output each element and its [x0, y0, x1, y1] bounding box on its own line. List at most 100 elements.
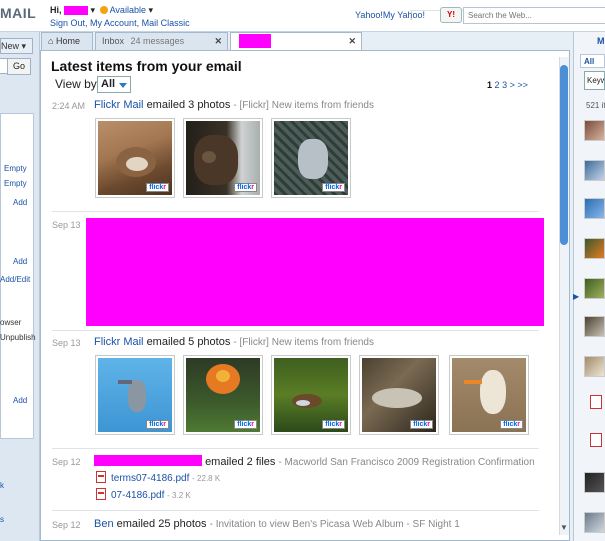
user-greeting: Hi, ▾ Available ▾	[50, 5, 153, 16]
item-sender[interactable]: Flickr Mail	[94, 336, 144, 348]
file-name[interactable]: 07-4186.pdf	[111, 490, 164, 501]
photo-thumbnail[interactable]: flickr	[95, 118, 175, 198]
scrollbar-thumb[interactable]	[560, 65, 568, 245]
page-current: 1	[487, 80, 493, 90]
item-header[interactable]: Flickr Mail emailed 5 photos - [Flickr] …	[94, 336, 374, 348]
item-action: emailed 2 files	[205, 456, 276, 468]
pdf-icon[interactable]	[590, 395, 602, 409]
add-link[interactable]: Add	[13, 396, 27, 405]
item-sender[interactable]: Flickr Mail	[94, 99, 144, 111]
photo-thumbnail[interactable]: flickr	[183, 118, 263, 198]
item-separator	[52, 448, 539, 449]
unpublish-label: Unpublish	[0, 333, 36, 342]
photo-thumbnail[interactable]	[584, 472, 605, 493]
photo-thumbnail[interactable]	[584, 160, 605, 181]
photo-thumbnail[interactable]	[584, 512, 605, 533]
greeting-text: Hi,	[50, 5, 62, 15]
file-name[interactable]: terms07-4186.pdf	[111, 473, 189, 484]
photo-thumbnail[interactable]: flickr	[271, 355, 351, 435]
photo-thumbnail[interactable]	[584, 278, 605, 299]
page-link[interactable]: 3	[502, 80, 507, 90]
sign-out-link[interactable]: Sign Out,	[50, 18, 88, 28]
right-top-label[interactable]: M	[597, 36, 605, 46]
chevron-down-icon[interactable]: ▾	[148, 5, 153, 15]
mail-classic-link[interactable]: Mail Classic	[142, 18, 190, 28]
item-action: emailed 3 photos	[146, 99, 231, 111]
item-header[interactable]: emailed 2 files - Macworld San Francisco…	[94, 455, 535, 468]
flickr-badge: flickr	[146, 183, 169, 192]
add-edit-link[interactable]: Add/Edit	[0, 275, 30, 284]
item-subject: - [Flickr] New items from friends	[233, 337, 374, 348]
go-button[interactable]: Go	[7, 58, 31, 75]
redacted-item	[86, 218, 544, 326]
next-page-link[interactable]: >	[510, 80, 515, 90]
browser-label: owser	[0, 318, 22, 327]
photo-thumbnail[interactable]: flickr	[95, 355, 175, 435]
photo-thumbnail[interactable]	[584, 356, 605, 377]
new-button-label: New	[1, 41, 20, 51]
empty-link[interactable]: Empty	[4, 179, 27, 188]
flickr-badge: flickr	[410, 420, 433, 429]
attachment-file[interactable]: 07-4186.pdf - 3.2 K	[96, 488, 191, 501]
tab-active[interactable]: ✕	[230, 32, 362, 51]
collapse-arrow-icon[interactable]: ▶	[573, 292, 579, 301]
mail-logo[interactable]: MAIL	[0, 5, 36, 21]
page-link[interactable]: 2	[495, 80, 500, 90]
tab-home[interactable]: ⌂ Home	[41, 32, 93, 50]
item-header[interactable]: Flickr Mail emailed 3 photos - [Flickr] …	[94, 99, 374, 111]
keyword-input[interactable]: Keyw	[584, 71, 605, 90]
last-page-link[interactable]: >>	[517, 80, 528, 90]
photo-thumbnail[interactable]: flickr	[183, 355, 263, 435]
view-by-select[interactable]: All	[97, 76, 131, 93]
item-separator	[52, 510, 539, 511]
my-yahoo-link[interactable]: My Yahoo!	[383, 10, 425, 20]
add-link[interactable]: Add	[13, 198, 27, 207]
flickr-badge: flickr	[500, 420, 523, 429]
item-separator	[52, 330, 539, 331]
item-subject: - [Flickr] New items from friends	[233, 100, 374, 111]
item-sender[interactable]: Ben	[94, 518, 114, 530]
close-icon[interactable]: ✕	[214, 36, 222, 47]
redacted-sender	[94, 455, 202, 466]
close-icon[interactable]: ✕	[348, 36, 356, 47]
tab-home-label: Home	[55, 36, 80, 46]
left-link[interactable]: s	[0, 515, 4, 524]
new-button[interactable]: New ▾	[0, 38, 33, 54]
top-links: Yahoo! | My Yahoo!	[355, 10, 605, 20]
view-by-label: View by	[55, 77, 97, 91]
item-header[interactable]: Ben emailed 25 photos - Invitation to vi…	[94, 518, 460, 530]
item-date: 2:24 AM	[52, 101, 86, 111]
right-count: 521 it	[586, 101, 605, 110]
item-date: Sep 12	[52, 520, 81, 530]
photo-thumbnail[interactable]: flickr	[271, 118, 351, 198]
left-link[interactable]: k	[0, 481, 4, 490]
photo-thumbnail[interactable]	[584, 238, 605, 259]
flickr-badge: flickr	[234, 420, 257, 429]
photo-thumbnail[interactable]: flickr	[359, 355, 439, 435]
tab-inbox[interactable]: Inbox 24 messages ✕	[95, 32, 228, 50]
right-tab-all[interactable]: All	[580, 54, 605, 68]
item-subject: - Macworld San Francisco 2009 Registrati…	[278, 457, 535, 468]
attachment-file[interactable]: terms07-4186.pdf - 22.8 K	[96, 471, 220, 484]
status-dot-icon	[99, 6, 108, 14]
yahoo-link[interactable]: Yahoo!	[355, 10, 383, 20]
web-search-input[interactable]	[463, 7, 605, 24]
item-date: Sep 13	[52, 338, 81, 348]
file-size: - 22.8 K	[192, 474, 221, 483]
flickr-badge: flickr	[234, 183, 257, 192]
photo-thumbnail[interactable]	[584, 198, 605, 219]
chevron-down-icon[interactable]: ▾	[91, 5, 96, 15]
add-link[interactable]: Add	[13, 257, 27, 266]
scroll-down-icon[interactable]: ▼	[560, 523, 568, 532]
pdf-icon[interactable]	[590, 433, 602, 447]
photo-thumbnail[interactable]	[584, 316, 605, 337]
tab-inbox-label: Inbox	[102, 36, 125, 46]
empty-link[interactable]: Empty	[4, 164, 27, 173]
status-menu[interactable]: Available	[110, 5, 146, 15]
photo-thumbnail[interactable]	[584, 120, 605, 141]
my-account-link[interactable]: My Account,	[90, 18, 139, 28]
yahoo-search-icon[interactable]: Y!	[440, 7, 462, 23]
item-subject: - Invitation to view Ben's Picasa Web Al…	[209, 519, 460, 530]
pdf-icon	[96, 471, 106, 483]
photo-thumbnail[interactable]: flickr	[449, 355, 529, 435]
